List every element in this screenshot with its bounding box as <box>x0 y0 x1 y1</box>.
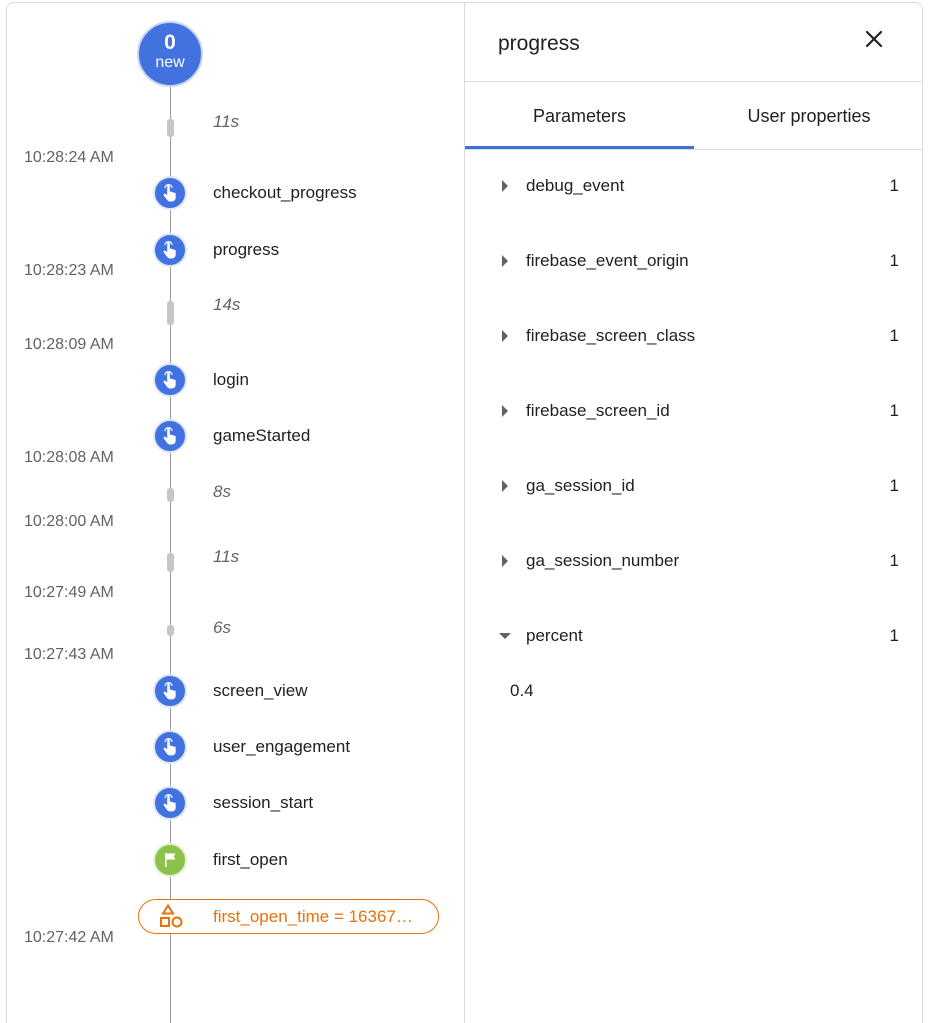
collapse-arrow-icon <box>499 633 511 639</box>
param-name: ga_session_id <box>526 476 635 495</box>
param-name: ga_session_number <box>526 551 680 570</box>
new-events-count: 0 <box>164 31 176 54</box>
flag-icon <box>153 843 187 877</box>
user-property-text: first_open_time = 16367… <box>213 906 413 926</box>
param-count: 1 <box>889 551 899 570</box>
tab-user-properties[interactable]: User properties <box>694 82 922 150</box>
param-name: debug_event <box>526 176 625 195</box>
timestamp: 10:28:09 AM <box>24 336 114 353</box>
param-name: firebase_screen_class <box>526 326 696 345</box>
param-row-ga-session-number[interactable]: ga_session_number 1 <box>465 541 922 581</box>
expand-arrow-icon <box>502 330 508 342</box>
touch-icon <box>153 233 187 267</box>
timestamp: 10:27:49 AM <box>24 584 114 601</box>
event-name: checkout_progress <box>213 183 357 202</box>
time-gap-marker <box>167 119 174 137</box>
time-gap-label: 6s <box>213 618 231 637</box>
param-value: 0.4 <box>510 681 534 700</box>
param-count: 1 <box>889 401 899 420</box>
event-user-engagement[interactable]: user_engagement <box>153 730 350 764</box>
param-count: 1 <box>889 251 899 270</box>
param-name: firebase_event_origin <box>526 251 689 270</box>
param-name: percent <box>526 626 583 645</box>
new-events-label: new <box>155 54 185 71</box>
timestamp: 10:28:00 AM <box>24 513 114 530</box>
event-login[interactable]: login <box>153 363 249 397</box>
expand-arrow-icon <box>502 555 508 567</box>
param-row-firebase-event-origin[interactable]: firebase_event_origin 1 <box>465 241 922 281</box>
tab-bar: Parameters User properties <box>465 82 922 150</box>
touch-icon <box>153 176 187 210</box>
tabs-divider <box>465 149 922 150</box>
touch-icon <box>153 419 187 453</box>
param-row-firebase-screen-class[interactable]: firebase_screen_class 1 <box>465 316 922 356</box>
time-gap-label: 14s <box>213 295 241 314</box>
time-gap-label: 11s <box>213 547 240 566</box>
param-row-debug-event[interactable]: debug_event 1 <box>465 166 922 206</box>
param-count: 1 <box>889 476 899 495</box>
time-gap-marker <box>167 625 174 636</box>
param-count: 1 <box>889 176 899 195</box>
event-name: user_engagement <box>213 737 351 756</box>
time-gap-label: 8s <box>213 482 231 501</box>
param-count: 1 <box>889 326 899 345</box>
expand-arrow-icon <box>502 480 508 492</box>
timestamp: 10:28:24 AM <box>24 149 114 166</box>
time-gap-label: 11s <box>213 112 240 131</box>
debugview-card: 0 new 11s 14s 8s 11s 6s 10:28:24 AM 10:2… <box>6 2 923 1023</box>
param-row-firebase-screen-id[interactable]: firebase_screen_id 1 <box>465 391 922 431</box>
event-checkout-progress[interactable]: checkout_progress <box>153 176 357 210</box>
event-name: gameStarted <box>213 426 311 445</box>
event-first-open[interactable]: first_open <box>153 843 288 877</box>
event-progress[interactable]: progress <box>153 233 279 267</box>
event-screen-view[interactable]: screen_view <box>153 674 308 708</box>
param-row-ga-session-id[interactable]: ga_session_id 1 <box>465 466 922 506</box>
shapes-icon <box>155 903 189 931</box>
time-gap-marker <box>167 301 174 325</box>
param-count: 1 <box>889 626 899 645</box>
expand-arrow-icon <box>502 180 508 192</box>
event-name: screen_view <box>213 681 308 700</box>
event-name: progress <box>213 240 280 259</box>
new-events-badge[interactable]: 0 new <box>137 21 203 87</box>
expand-arrow-icon <box>502 255 508 267</box>
touch-icon <box>153 363 187 397</box>
touch-icon <box>153 786 187 820</box>
touch-icon <box>153 674 187 708</box>
timestamp: 10:27:43 AM <box>24 646 114 663</box>
timestamp: 10:27:42 AM <box>24 929 114 946</box>
time-gap-marker <box>167 553 174 572</box>
param-name: firebase_screen_id <box>526 401 670 420</box>
user-property-first-open-time[interactable]: first_open_time = 16367… <box>138 899 439 934</box>
event-gamestarted[interactable]: gameStarted <box>153 419 310 453</box>
event-session-start[interactable]: session_start <box>153 786 313 820</box>
event-detail-panel: progress Parameters User properties debu… <box>465 3 922 1023</box>
param-row-percent[interactable]: percent 1 <box>465 616 922 656</box>
close-icon[interactable] <box>860 25 888 53</box>
timestamp: 10:28:08 AM <box>24 449 114 466</box>
touch-icon <box>153 730 187 764</box>
event-timeline[interactable]: 0 new 11s 14s 8s 11s 6s 10:28:24 AM 10:2… <box>7 3 465 1023</box>
expand-arrow-icon <box>502 405 508 417</box>
panel-title: progress <box>498 32 580 55</box>
timestamp: 10:28:23 AM <box>24 262 114 279</box>
event-name: first_open <box>213 850 288 869</box>
event-name: login <box>213 370 249 389</box>
tab-parameters[interactable]: Parameters <box>465 82 694 150</box>
event-name: session_start <box>213 793 314 812</box>
time-gap-marker <box>167 488 174 502</box>
